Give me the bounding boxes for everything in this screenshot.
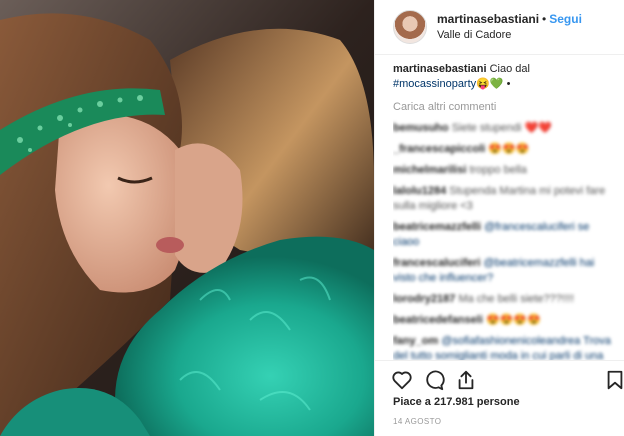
photo-illustration [0,0,374,436]
comment-icon[interactable] [423,369,445,391]
comment-item: francescaluciferi @beatricemazzfelli hai… [393,256,615,286]
comment-item: bemusuho Siete stupendi ❤️❤️ [393,121,615,136]
comment-text: 😍😍😍 [488,143,530,155]
caption-emoji: 😝💚 • [476,78,511,90]
comment-username[interactable]: beatricedefanseli [393,314,483,326]
action-bar [375,360,624,399]
post-header: martinasebastiani • Segui Valle di Cadore [375,0,624,55]
comment-username[interactable]: fany_om [393,335,438,347]
share-icon[interactable] [455,369,477,391]
comments-section: martinasebastiani Ciao dal #mocassinopar… [393,62,615,360]
comment-username[interactable]: beatricemazzfelli [393,221,481,233]
instagram-post: martinasebastiani • Segui Valle di Cadore … [0,0,624,436]
comment-item: lalolu1284 Stupenda Martina mi potevi fa… [393,184,615,214]
comment-text: 😍😍😍😍 [485,314,541,326]
header-info: martinasebastiani • Segui Valle di Cadore [437,11,582,43]
comment-item: beatricemazzfelli @francescaluciferi se … [393,220,615,250]
location-link[interactable]: Valle di Cadore [437,27,582,43]
load-more-comments-button[interactable]: Carica altri commenti [393,100,615,115]
comment-username[interactable]: bemusuho [393,122,449,134]
caption-text: Ciao dal [489,63,530,75]
separator-dot: • [542,12,547,26]
comment-item: michelmarilisi troppo bella [393,163,615,178]
comment-username[interactable]: _francescapiccoli [393,143,485,155]
comment-item: fany_om @sofiafashionenicoleandrea Trova… [393,334,615,360]
bookmark-icon[interactable] [604,369,624,391]
post-date[interactable]: 14 agosto [393,417,441,426]
comment-username[interactable]: lorodry2187 [393,293,455,305]
likes-count[interactable]: Piace a 217.981 persone [393,396,520,408]
comment-username[interactable]: michelmarilisi [393,164,466,176]
comment-username[interactable]: francescaluciferi [393,257,480,269]
post-photo[interactable] [0,0,374,436]
caption-username[interactable]: martinasebastiani [393,63,487,75]
heart-icon[interactable] [391,369,413,391]
comment-username[interactable]: lalolu1284 [393,185,446,197]
comment-item: lorodry2187 Ma che belli siete???!!!! [393,292,615,307]
comment-list: bemusuho Siete stupendi ❤️❤️ _francescap… [393,121,615,360]
comment-text: Siete stupendi ❤️❤️ [451,122,552,134]
comment-text: Ma che belli siete???!!!! [458,293,575,305]
comment-text: troppo bella [469,164,527,176]
username-link[interactable]: martinasebastiani [437,12,539,26]
caption-hashtag[interactable]: #mocassinoparty [393,78,476,90]
avatar[interactable] [393,10,427,44]
comment-item: _francescapiccoli 😍😍😍 [393,142,615,157]
comment-item: beatricedefanseli 😍😍😍😍 [393,313,615,328]
post-sidebar: martinasebastiani • Segui Valle di Cadore … [374,0,624,436]
caption: martinasebastiani Ciao dal #mocassinopar… [393,62,615,92]
follow-button[interactable]: Segui [549,12,582,26]
